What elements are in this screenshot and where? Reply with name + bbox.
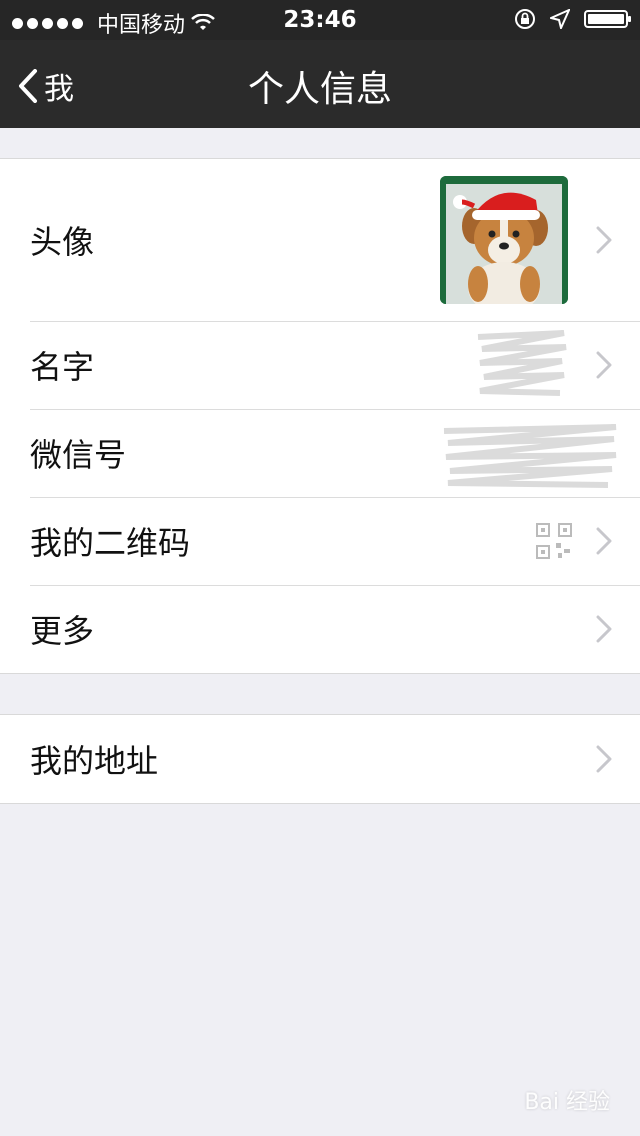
navigation-bar: 我 个人信息 [0,40,640,128]
redacted-value [477,330,567,396]
row-my-address[interactable]: 我的地址 [0,715,640,803]
row-wechat-id[interactable]: 微信号 [0,409,640,497]
row-label: 名字 [30,348,95,386]
row-more[interactable]: 更多 [0,585,640,673]
avatar[interactable] [440,176,568,304]
lock-rotation-icon [515,9,535,29]
row-my-qr-code[interactable]: 我的二维码 [0,497,640,585]
avatar-image [440,176,568,304]
row-label: 我的二维码 [30,524,191,562]
row-avatar[interactable]: 头像 [0,159,640,321]
row-label: 我的地址 [30,742,159,780]
page-title: 个人信息 [247,69,392,110]
chevron-right-icon [596,615,612,643]
status-bar: 中国移动 23:46 [0,0,640,40]
chevron-right-icon [596,351,612,379]
status-right [514,8,631,30]
row-label: 微信号 [30,436,127,474]
row-label: 更多 [30,612,95,650]
chevron-right-icon [596,527,612,555]
battery-icon [584,10,631,28]
row-name[interactable]: 名字 [0,321,640,409]
profile-info-group: 头像 名字 微信号 我的二维码 更多 [0,158,640,674]
chevron-right-icon [596,745,612,773]
location-arrow-icon [550,9,570,29]
chevron-right-icon [596,226,612,254]
redacted-value [443,424,617,488]
qr-code-icon [536,523,572,559]
row-label: 头像 [30,223,95,261]
watermark: Bai 经验 [524,1090,610,1115]
address-group: 我的地址 [0,714,640,804]
